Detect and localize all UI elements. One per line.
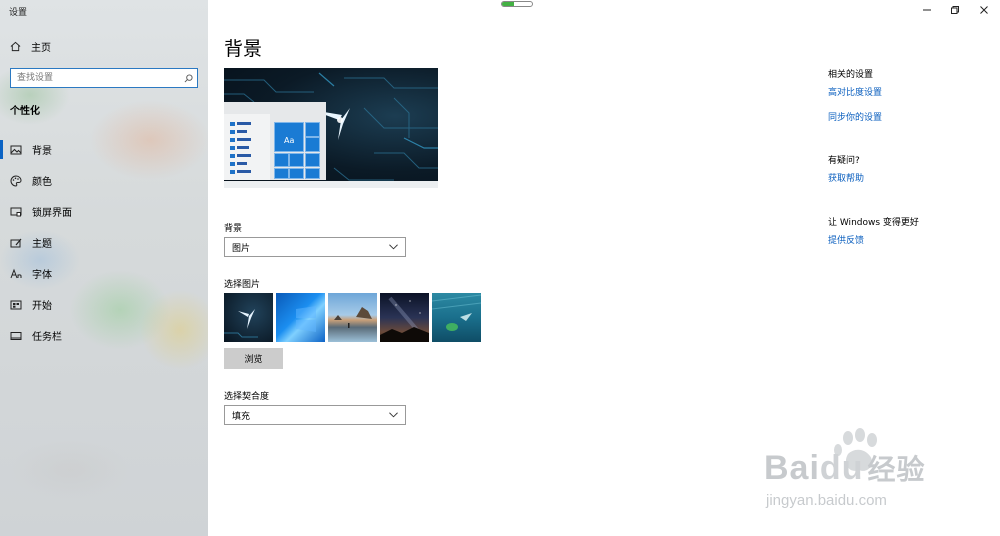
preview-tile — [274, 168, 289, 179]
close-button[interactable] — [977, 4, 991, 16]
sidebar-item-color[interactable]: 颜色 — [0, 165, 208, 196]
high-contrast-link[interactable]: 高对比度设置 — [828, 85, 882, 98]
preview-list-icon — [230, 146, 235, 150]
sidebar-item-label: 颜色 — [32, 177, 52, 188]
sidebar-nav: 背景 颜色 锁屏界面 主题 字体 开始 任务栏 — [0, 134, 208, 351]
preview-tile — [274, 153, 289, 167]
baidu-watermark: Baidu 经验 jingyan.baidu.com — [760, 428, 960, 518]
preview-tile — [305, 137, 320, 152]
start-icon — [10, 300, 22, 309]
preview-list-line — [237, 130, 247, 133]
preview-list-icon — [230, 170, 235, 174]
preview-taskbar — [224, 181, 438, 188]
preview-tile — [289, 168, 304, 179]
watermark-cn: 经验 — [867, 454, 926, 485]
close-icon — [980, 6, 988, 14]
preview-tile — [305, 153, 320, 167]
preview-list-icon — [230, 122, 235, 126]
sidebar-item-theme[interactable]: 主题 — [0, 227, 208, 258]
restore-icon — [951, 6, 959, 14]
feedback-link[interactable]: 提供反馈 — [828, 233, 864, 246]
sidebar-item-label: 任务栏 — [32, 332, 62, 343]
picture-thumbnails — [224, 293, 481, 342]
watermark-brand: Bai — [764, 449, 820, 487]
get-help-link[interactable]: 获取帮助 — [828, 171, 864, 184]
minimize-button[interactable] — [920, 4, 934, 16]
preview-list-line — [237, 170, 251, 173]
search-icon[interactable] — [179, 73, 197, 83]
preview-list-icon — [230, 138, 235, 142]
restore-button[interactable] — [948, 4, 962, 16]
background-label: 背景 — [224, 224, 243, 234]
home-icon — [10, 41, 21, 52]
chevron-down-icon — [389, 412, 398, 418]
sidebar-item-label: 开始 — [32, 301, 52, 312]
sidebar-item-label: 字体 — [32, 270, 52, 281]
watermark-url: jingyan.baidu.com — [766, 492, 887, 509]
fit-select[interactable]: 填充 — [224, 405, 406, 425]
thumbnail-beach-rocks[interactable] — [328, 293, 377, 342]
sidebar: 设置 主页 个性化 背景 颜色 锁屏界面 主题 字体 — [0, 0, 208, 536]
sidebar-item-font[interactable]: 字体 — [0, 258, 208, 289]
app-title: 设置 — [9, 8, 28, 18]
taskbar-icon — [10, 331, 22, 340]
sidebar-item-label: 锁屏界面 — [32, 208, 72, 219]
preview-tile — [305, 168, 320, 179]
search-box[interactable] — [10, 68, 198, 88]
picture-icon — [10, 145, 22, 154]
browse-button[interactable]: 浏览 — [224, 348, 283, 369]
thumbnail-lenovo[interactable] — [224, 293, 273, 342]
preview-list-icon — [230, 162, 235, 166]
home-label: 主页 — [31, 43, 51, 54]
sidebar-item-background[interactable]: 背景 — [0, 134, 208, 165]
question-title: 有疑问? — [828, 156, 860, 166]
preview-tile — [289, 153, 304, 167]
thumbnail-windows-blue[interactable] — [276, 293, 325, 342]
lock-screen-icon — [10, 207, 22, 216]
watermark-brand2: du — [819, 449, 864, 487]
background-select-value: 图片 — [232, 243, 251, 254]
preview-list-line — [237, 138, 251, 141]
font-icon — [10, 268, 22, 278]
preview-list-line — [237, 154, 251, 157]
preview-list-icon — [230, 130, 235, 134]
fit-select-value: 填充 — [232, 411, 251, 422]
preview-list-icon — [230, 154, 235, 158]
background-select[interactable]: 图片 — [224, 237, 406, 257]
home-link[interactable]: 主页 — [10, 39, 51, 54]
section-title: 个性化 — [10, 106, 40, 117]
sidebar-item-label: 背景 — [32, 146, 52, 157]
thumbnail-underwater[interactable] — [432, 293, 481, 342]
loading-fill — [502, 2, 514, 6]
loading-indicator — [501, 1, 533, 7]
sidebar-item-start[interactable]: 开始 — [0, 289, 208, 320]
preview-tile — [305, 122, 320, 137]
preview-list-line — [237, 122, 251, 125]
sidebar-item-taskbar[interactable]: 任务栏 — [0, 320, 208, 351]
related-settings-title: 相关的设置 — [828, 70, 874, 80]
improve-windows-title: 让 Windows 变得更好 — [828, 218, 919, 228]
preview-list-line — [237, 162, 247, 165]
preview-list-line — [237, 146, 249, 149]
sync-settings-link[interactable]: 同步你的设置 — [828, 110, 882, 123]
chevron-down-icon — [389, 244, 398, 250]
minimize-icon — [923, 9, 931, 11]
preview-tile-label: Aa — [284, 136, 295, 145]
search-input[interactable] — [11, 69, 179, 87]
fit-label: 选择契合度 — [224, 392, 270, 402]
thumbnail-night-sky[interactable] — [380, 293, 429, 342]
palette-icon — [10, 174, 22, 187]
background-preview: Aa — [224, 68, 438, 188]
choose-picture-label: 选择图片 — [224, 280, 261, 290]
page-title: 背景 — [224, 38, 263, 60]
theme-icon — [10, 238, 22, 247]
sidebar-item-lock-screen[interactable]: 锁屏界面 — [0, 196, 208, 227]
sidebar-item-label: 主题 — [32, 239, 52, 250]
